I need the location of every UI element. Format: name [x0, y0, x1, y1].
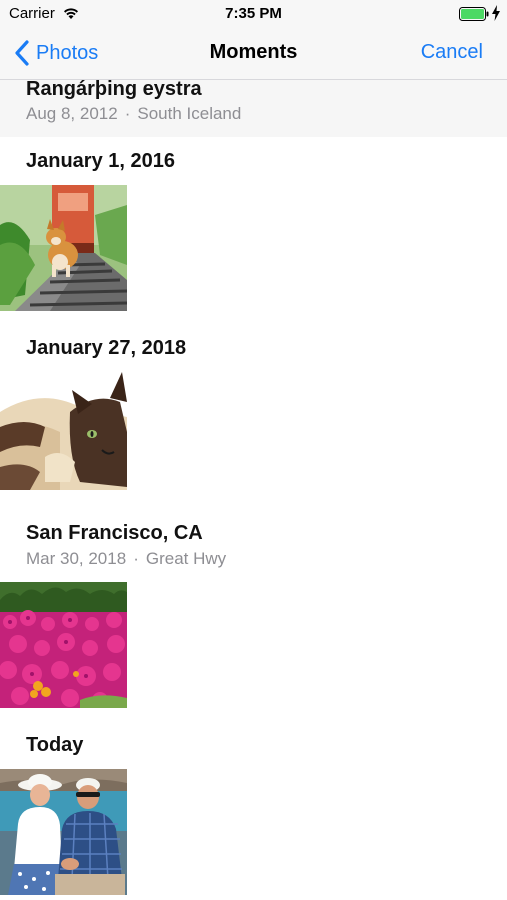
- moment-title[interactable]: San Francisco, CA: [26, 522, 203, 545]
- cancel-button[interactable]: Cancel: [421, 41, 483, 64]
- charging-bolt-icon: [492, 5, 500, 21]
- moment-location: South Iceland: [137, 104, 242, 123]
- moment-subtitle: Aug 8, 2012 · South Iceland: [26, 104, 241, 124]
- moment-header-rangarthing[interactable]: Rangárþing eystra Aug 8, 2012 · South Icel…: [0, 78, 507, 137]
- navigation-bar: Photos Moments Cancel: [0, 28, 507, 80]
- moment-title[interactable]: Today: [26, 734, 83, 757]
- separator-dot: ·: [124, 104, 131, 123]
- screen: Carrier 7:35 PM Photos Moments Cancel Ra…: [0, 0, 507, 900]
- moment-title: Rangárþing eystra: [26, 78, 202, 100]
- photo-thumbnail[interactable]: [0, 769, 127, 895]
- photo-thumbnail[interactable]: [0, 185, 127, 311]
- photo-thumbnail[interactable]: [0, 372, 127, 498]
- corgi-photo: [0, 185, 127, 311]
- flowers-photo: [0, 582, 127, 708]
- battery-icon: [459, 7, 489, 21]
- cat-photo: [0, 372, 127, 498]
- moment-date: Aug 8, 2012: [26, 104, 118, 123]
- moment-title[interactable]: January 1, 2016: [26, 150, 175, 173]
- status-bar: Carrier 7:35 PM: [0, 0, 507, 28]
- moment-subtitle: Mar 30, 2018 · Great Hwy: [26, 549, 226, 569]
- moment-title[interactable]: January 27, 2018: [26, 337, 186, 360]
- separator-dot: ·: [133, 549, 139, 568]
- photo-thumbnail[interactable]: [0, 582, 127, 708]
- moment-date: Mar 30, 2018: [26, 549, 127, 568]
- couple-photo: [0, 769, 127, 895]
- moment-location: Great Hwy: [145, 549, 227, 568]
- status-time: 7:35 PM: [225, 5, 282, 22]
